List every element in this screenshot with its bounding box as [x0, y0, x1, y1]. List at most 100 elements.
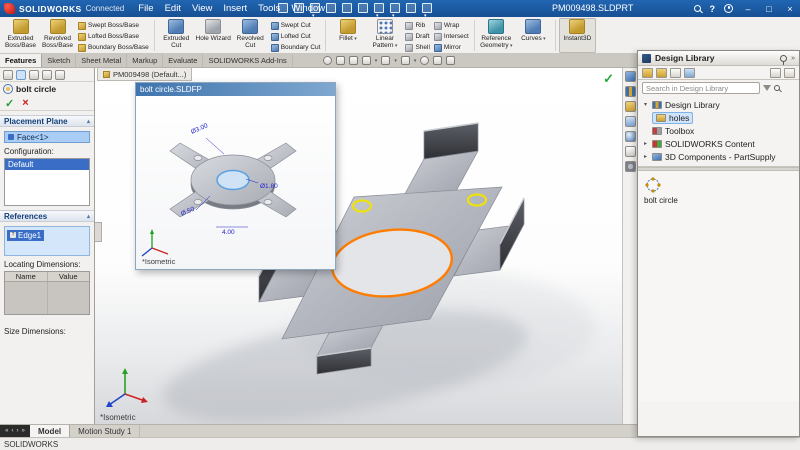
fillet-button[interactable]: Fillet — [329, 18, 366, 53]
new-document-icon[interactable] — [278, 3, 288, 13]
previous-view-icon[interactable] — [349, 56, 358, 65]
dropdown-arrow-icon[interactable]: ▾ — [394, 58, 397, 64]
tab-sheet-metal[interactable]: Sheet Metal — [76, 54, 127, 67]
search-input[interactable] — [642, 82, 760, 94]
add-to-library-icon[interactable] — [642, 68, 653, 78]
tree-item-holes[interactable]: holes — [638, 111, 799, 124]
search-icon[interactable] — [694, 5, 701, 12]
edit-appearance-icon[interactable] — [433, 56, 442, 65]
placement-plane-header[interactable]: Placement Plane ▴ — [0, 115, 94, 127]
draft-button[interactable]: Draft — [403, 31, 431, 42]
extruded-boss-base-button[interactable]: Extruded Boss/Base — [2, 18, 39, 53]
view-orientation-icon[interactable] — [381, 56, 390, 65]
cancel-button[interactable]: × — [22, 97, 28, 109]
custom-properties-icon[interactable] — [625, 146, 636, 157]
placement-plane-field[interactable]: Face<1> — [4, 131, 90, 143]
tree-item-design-library[interactable]: ▾ Design Library — [638, 98, 799, 111]
shell-button[interactable]: Shell — [403, 42, 431, 53]
revolved-boss-base-button[interactable]: Revolved Boss/Base — [39, 18, 76, 53]
preview-window-titlebar[interactable]: bolt circle.SLDFP — [136, 83, 335, 96]
zoom-fit-icon[interactable] — [323, 56, 332, 65]
references-listbox[interactable]: ? Edge1 — [4, 226, 90, 256]
tab-evaluate[interactable]: Evaluate — [163, 54, 203, 67]
view-settings-icon[interactable] — [446, 56, 455, 65]
user-account-icon[interactable] — [724, 4, 733, 13]
scroll-left-icon[interactable]: ‹ — [12, 428, 14, 434]
displaymanager-tab-icon[interactable] — [55, 70, 65, 80]
rib-button[interactable]: Rib — [403, 20, 431, 31]
intersect-button[interactable]: Intersect — [432, 31, 471, 42]
featuremanager-tab-icon[interactable] — [3, 70, 13, 80]
redo-icon[interactable] — [358, 3, 368, 13]
solidworks-forum-icon[interactable] — [625, 161, 636, 172]
menu-file[interactable]: File — [138, 3, 153, 14]
menu-insert[interactable]: Insert — [223, 3, 247, 14]
flyout-tree-handle[interactable] — [95, 222, 102, 242]
tab-model[interactable]: Model — [30, 425, 70, 437]
scroll-right-icon[interactable]: › — [17, 428, 19, 434]
menu-view[interactable]: View — [192, 3, 212, 14]
select-icon[interactable] — [374, 3, 384, 13]
reference-geometry-button[interactable]: Reference Geometry — [478, 18, 515, 53]
dimxpertmanager-tab-icon[interactable] — [42, 70, 52, 80]
boundary-boss-base-button[interactable]: Boundary Boss/Base — [76, 42, 151, 53]
open-document-icon[interactable] — [294, 3, 304, 13]
tab-markup[interactable]: Markup — [127, 54, 163, 67]
display-style-icon[interactable] — [401, 56, 410, 65]
view-palette-icon[interactable] — [625, 116, 636, 127]
tab-solidworks-add-ins[interactable]: SOLIDWORKS Add-Ins — [203, 54, 292, 67]
add-file-location-icon[interactable] — [656, 68, 667, 78]
file-explorer-icon[interactable] — [625, 101, 636, 112]
up-one-level-icon[interactable] — [670, 68, 681, 78]
menu-edit[interactable]: Edit — [165, 3, 181, 14]
locating-dimensions-table[interactable]: Name Value — [4, 271, 90, 315]
hole-wizard-button[interactable]: Hole Wizard — [195, 18, 232, 53]
solidworks-resources-icon[interactable] — [625, 71, 636, 82]
save-icon[interactable] — [310, 3, 320, 13]
tab-motion-study-1[interactable]: Motion Study 1 — [70, 425, 140, 437]
configurationmanager-tab-icon[interactable] — [29, 70, 39, 80]
maximize-button[interactable]: □ — [763, 4, 775, 14]
swept-cut-button[interactable]: Swept Cut — [269, 20, 323, 31]
refresh-icon[interactable] — [684, 68, 695, 78]
boundary-cut-button[interactable]: Boundary Cut — [269, 42, 323, 53]
tree-item-3d-components[interactable]: ▸ 3D Components - PartSupply — [638, 150, 799, 163]
instant3d-toggle[interactable]: Instant3D — [559, 18, 596, 53]
rebuild-icon[interactable] — [390, 3, 400, 13]
tab-scroll-controls[interactable]: « ‹ › » — [0, 425, 30, 437]
tab-sketch[interactable]: Sketch — [42, 54, 76, 67]
menu-tools[interactable]: Tools — [258, 3, 280, 14]
section-view-icon[interactable] — [362, 56, 371, 65]
lofted-cut-button[interactable]: Lofted Cut — [269, 31, 323, 42]
appearances-scenes-icon[interactable] — [625, 131, 636, 142]
dropdown-arrow-icon[interactable]: ▾ — [375, 58, 378, 64]
chevron-down-icon[interactable]: ▾ — [642, 101, 649, 108]
ok-button[interactable]: ✓ — [5, 97, 14, 110]
tree-item-toolbox[interactable]: Toolbox — [638, 124, 799, 137]
linear-pattern-button[interactable]: Linear Pattern — [366, 18, 403, 53]
print-icon[interactable] — [326, 3, 336, 13]
lofted-boss-base-button[interactable]: Lofted Boss/Base — [76, 31, 151, 42]
wrap-button[interactable]: Wrap — [432, 20, 471, 31]
feature-preview-window[interactable]: bolt circle.SLDFP — [135, 82, 336, 270]
mirror-button[interactable]: Mirror — [432, 42, 471, 53]
create-palette-icon[interactable] — [770, 68, 781, 78]
configuration-listbox[interactable]: Default — [4, 158, 90, 206]
reference-selected-item[interactable]: ? Edge1 — [7, 230, 44, 241]
confirmation-corner-ok[interactable]: ✓ — [603, 71, 614, 87]
options-icon[interactable] — [422, 3, 432, 13]
scroll-last-icon[interactable]: » — [22, 428, 25, 434]
chevron-right-icon[interactable]: ▸ — [642, 140, 649, 147]
graphics-viewport[interactable]: PM009498 (Default...) ✓ — [95, 68, 622, 424]
minimize-button[interactable]: – — [742, 4, 754, 14]
panel-options-icon[interactable] — [784, 68, 795, 78]
document-tab[interactable]: PM009498 (Default...) — [97, 68, 192, 81]
swept-boss-base-button[interactable]: Swept Boss/Base — [76, 20, 151, 31]
library-item-bolt-circle[interactable]: bolt circle — [644, 176, 678, 205]
design-library-icon[interactable] — [625, 86, 636, 97]
selected-tree-item[interactable]: holes — [652, 112, 693, 124]
help-icon[interactable]: ? — [710, 4, 716, 14]
tab-features[interactable]: Features — [0, 54, 42, 67]
file-properties-icon[interactable] — [406, 3, 416, 13]
chevron-right-icon[interactable]: ▸ — [642, 153, 649, 160]
